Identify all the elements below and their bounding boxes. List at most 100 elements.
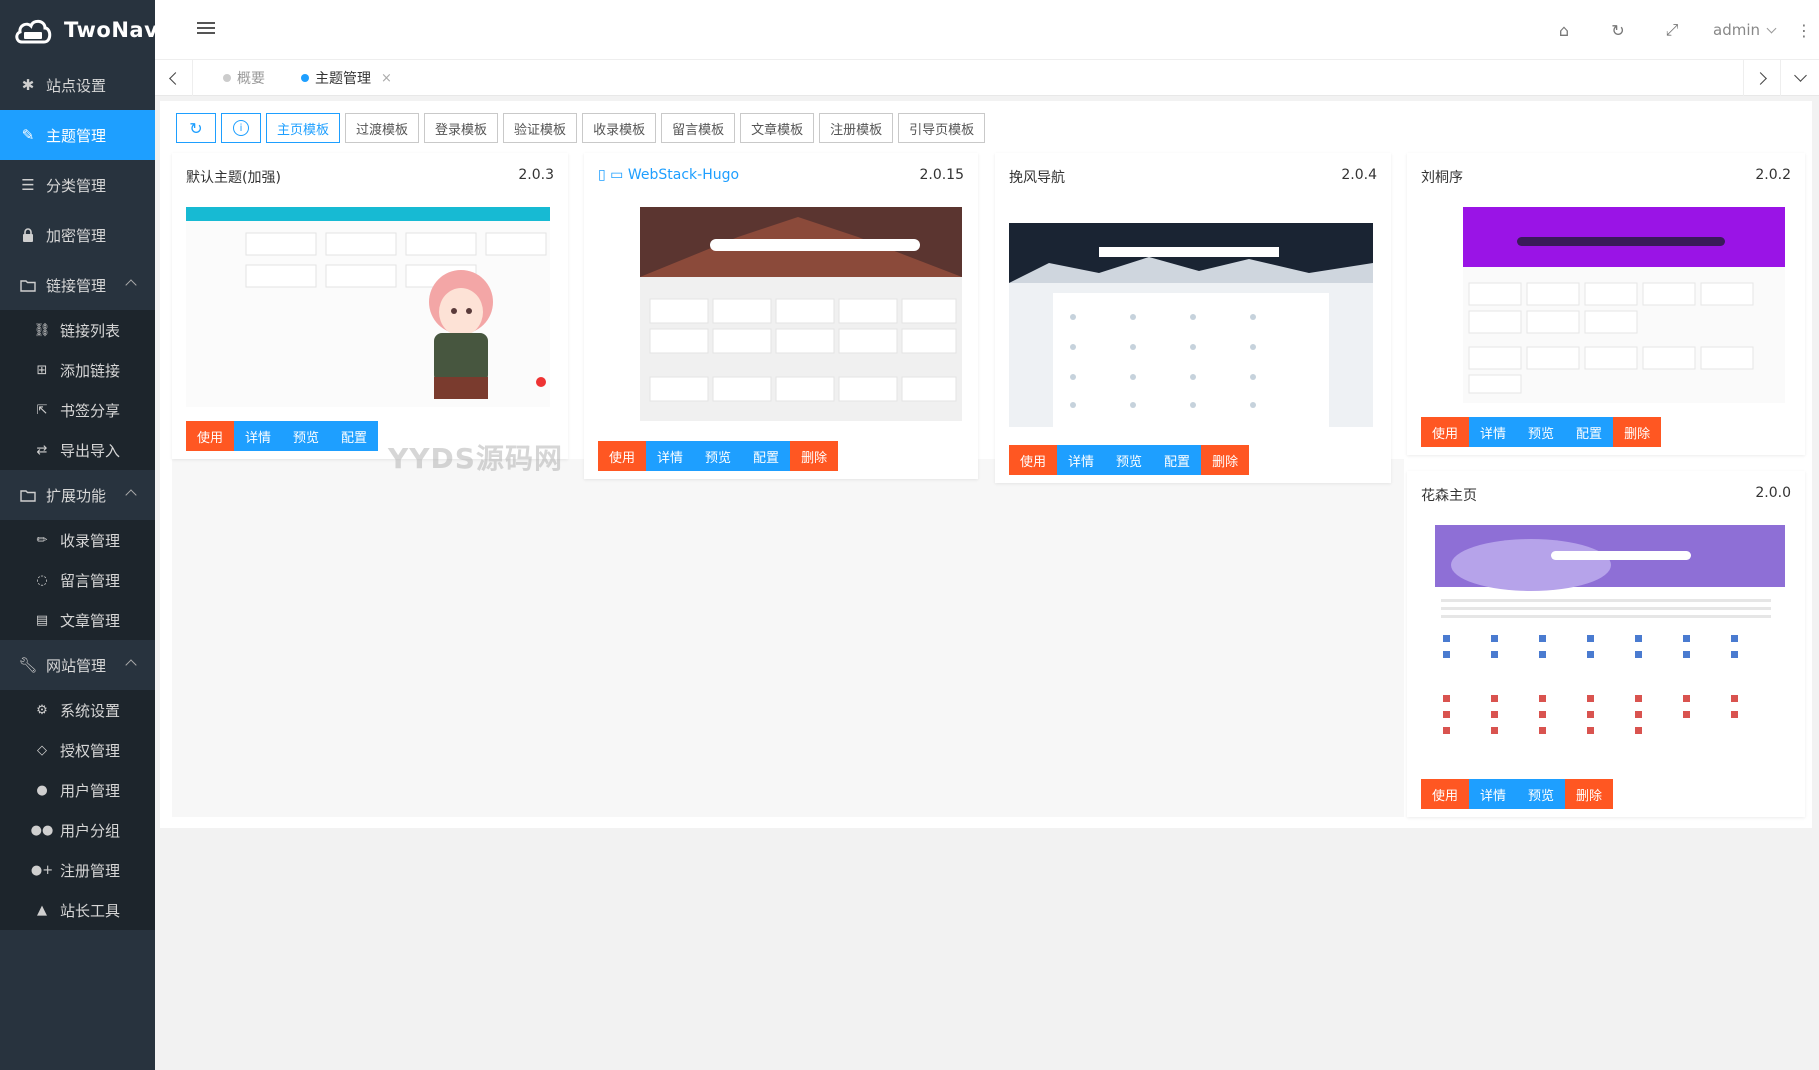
sidebar-item-extensions[interactable]: 扩展功能 [0, 470, 155, 520]
tab-message-template[interactable]: 留言模板 [661, 113, 736, 143]
more-vertical-icon[interactable]: ⋮ [1789, 0, 1819, 60]
sidebar-item-label: 授权管理 [60, 741, 121, 760]
user-icon: ● [36, 782, 48, 798]
tab-overview[interactable]: 概要 [209, 60, 279, 96]
tab-bar: 概要 主题管理 × [155, 60, 1819, 96]
details-button[interactable]: 详情 [1469, 779, 1518, 809]
info-button[interactable]: i [221, 113, 261, 143]
details-button[interactable]: 详情 [234, 421, 283, 451]
sidebar-item-category-management[interactable]: ☰ 分类管理 [0, 160, 155, 210]
sidebar-item-webmaster-tools[interactable]: ▲ 站长工具 [0, 890, 155, 930]
user-menu[interactable]: admin [1699, 21, 1789, 39]
sidebar-item-encryption-management[interactable]: 加密管理 [0, 210, 155, 260]
theme-name[interactable]: ▯ ▭ WebStack-Hugo [598, 167, 739, 191]
tab-scroll-right[interactable] [1743, 60, 1781, 96]
sidebar-item-user-groups[interactable]: ●● 用户分组 [0, 810, 155, 850]
sidebar-item-link-management[interactable]: 链接管理 [0, 260, 155, 310]
config-button[interactable]: 配置 [742, 441, 791, 471]
sidebar-item-system-settings[interactable]: ⚙ 系统设置 [0, 690, 155, 730]
chevron-down-icon [1766, 23, 1777, 33]
sidebar-item-label: 站长工具 [60, 901, 121, 920]
sidebar-item-article-management[interactable]: ▤ 文章管理 [0, 600, 155, 640]
tab-article-template[interactable]: 文章模板 [740, 113, 815, 143]
delete-button[interactable]: 删除 [790, 441, 839, 471]
use-button[interactable]: 使用 [186, 421, 235, 451]
delete-button[interactable]: 删除 [1565, 779, 1614, 809]
logo[interactable]: TwoNav [0, 0, 159, 60]
refresh-icon[interactable]: ↻ [1591, 0, 1645, 60]
preview-button[interactable]: 预览 [1517, 779, 1566, 809]
theme-actions: 使用 详情 预览 配置 删除 [598, 441, 839, 471]
sidebar-item-user-management[interactable]: ● 用户管理 [0, 770, 155, 810]
link-icon: ⛓ [33, 322, 51, 338]
tab-submit-template[interactable]: 收录模板 [582, 113, 657, 143]
submenu-website-management: ⚙ 系统设置 ◇ 授权管理 ● 用户管理 ●● 用户分组 ●+ 注册管理 ▲ 站… [0, 690, 155, 930]
sidebar-item-website-management[interactable]: 🔧︎ 网站管理 [0, 640, 155, 690]
details-button[interactable]: 详情 [1057, 445, 1106, 475]
share-icon: ⇱ [36, 402, 48, 418]
theme-version: 2.0.2 [1755, 167, 1791, 183]
tab-home-template[interactable]: 主页模板 [266, 113, 341, 143]
config-button[interactable]: 配置 [330, 421, 379, 451]
sidebar-item-add-link[interactable]: ⊞ 添加链接 [0, 350, 155, 390]
details-button[interactable]: 详情 [646, 441, 695, 471]
sidebar-item-message-management[interactable]: ◌ 留言管理 [0, 560, 155, 600]
use-button[interactable]: 使用 [1009, 445, 1058, 475]
app-name: TwoNav [64, 18, 159, 42]
sidebar-item-label: 网站管理 [46, 656, 107, 675]
theme-name: 默认主题(加强) [186, 170, 281, 186]
swap-icon: ⇄ [36, 442, 48, 458]
use-button[interactable]: 使用 [598, 441, 647, 471]
chevron-down-icon [1793, 69, 1807, 82]
delete-button[interactable]: 删除 [1201, 445, 1250, 475]
sidebar-item-site-settings[interactable]: ✱ 站点设置 [0, 60, 155, 110]
theme-actions: 使用 详情 预览 配置 删除 [1009, 445, 1250, 475]
fullscreen-icon[interactable]: ⤢ [1645, 0, 1699, 60]
details-button[interactable]: 详情 [1469, 417, 1518, 447]
config-button[interactable]: 配置 [1153, 445, 1202, 475]
menu-toggle-icon[interactable] [197, 22, 215, 36]
preview-button[interactable]: 预览 [1517, 417, 1566, 447]
sidebar-item-theme-management[interactable]: ✎ 主题管理 [0, 110, 155, 160]
watermark: YYDS源码网 [388, 442, 563, 475]
sidebar-item-label: 文章管理 [60, 611, 121, 630]
tab-register-template[interactable]: 注册模板 [819, 113, 894, 143]
sidebar-item-label: 书签分享 [60, 401, 121, 420]
config-button[interactable]: 配置 [1565, 417, 1614, 447]
sidebar-item-link-list[interactable]: ⛓ 链接列表 [0, 310, 155, 350]
user-name: admin [1713, 21, 1760, 39]
sidebar-item-label: 站点设置 [46, 76, 107, 95]
home-icon[interactable]: ⌂ [1537, 0, 1591, 60]
preview-button[interactable]: 预览 [282, 421, 331, 451]
use-button[interactable]: 使用 [1421, 417, 1470, 447]
sidebar-item-import-export[interactable]: ⇄ 导出导入 [0, 430, 155, 470]
preview-button[interactable]: 预览 [694, 441, 743, 471]
theme-actions: 使用 详情 预览 配置 删除 [1421, 417, 1662, 447]
tab-guide-template[interactable]: 引导页模板 [898, 113, 986, 143]
refresh-button[interactable]: ↻ [176, 113, 216, 143]
tab-verify-template[interactable]: 验证模板 [503, 113, 578, 143]
tab-options[interactable] [1781, 60, 1819, 96]
comment-icon: ◌ [36, 572, 48, 588]
desktop-icon: ▭ [610, 167, 624, 183]
delete-button[interactable]: 删除 [1613, 417, 1662, 447]
close-icon[interactable]: × [381, 71, 392, 86]
theme-name-text: WebStack-Hugo [627, 167, 740, 183]
sidebar-item-license-management[interactable]: ◇ 授权管理 [0, 730, 155, 770]
tab-scroll-left[interactable] [155, 60, 193, 96]
preview-button[interactable]: 预览 [1105, 445, 1154, 475]
sidebar-item-label: 链接管理 [46, 276, 107, 295]
wrench-icon: 🔧︎ [18, 656, 38, 674]
tab-theme-management[interactable]: 主题管理 × [287, 60, 406, 96]
tab-login-template[interactable]: 登录模板 [424, 113, 499, 143]
chevron-up-icon [125, 659, 137, 671]
use-button[interactable]: 使用 [1421, 779, 1470, 809]
sidebar-item-registration-management[interactable]: ●+ 注册管理 [0, 850, 155, 890]
sidebar-item-bookmark-share[interactable]: ⇱ 书签分享 [0, 390, 155, 430]
tablet-icon: ▯ [598, 167, 606, 183]
theme-actions: 使用 详情 预览 配置 [186, 421, 379, 451]
tab-transition-template[interactable]: 过渡模板 [345, 113, 420, 143]
pencil-icon: ✏ [36, 532, 48, 548]
sidebar-item-submission-management[interactable]: ✏ 收录管理 [0, 520, 155, 560]
users-icon: ●● [30, 822, 54, 838]
